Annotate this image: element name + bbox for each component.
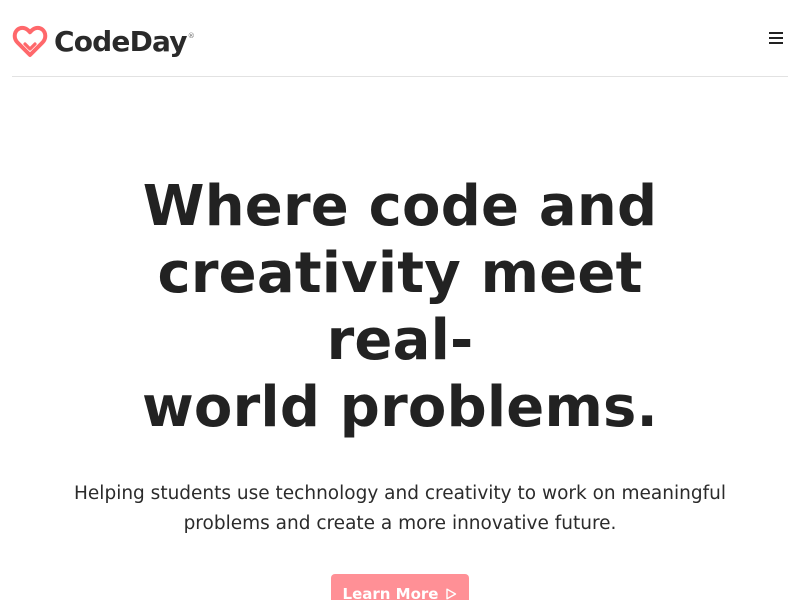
headline-line-1: Where code and: [142, 174, 658, 239]
hero-headline: Where code and creativity meet real- wor…: [80, 173, 720, 441]
headline-line-2: creativity meet real-: [157, 241, 643, 373]
heart-logo-icon: [12, 25, 48, 57]
subtext-line-2: problems and create a more innovative fu…: [183, 513, 617, 534]
menu-bar-top: [769, 32, 783, 34]
menu-bar-middle: [769, 37, 783, 39]
site-header: CodeDay ®: [12, 0, 788, 77]
hamburger-menu-icon[interactable]: [768, 30, 784, 46]
headline-line-3: world problems.: [142, 375, 658, 440]
hero-section: Where code and creativity meet real- wor…: [0, 77, 800, 600]
hero-subtext: Helping students use technology and crea…: [60, 479, 740, 539]
subtext-line-1: Helping students use technology and crea…: [74, 483, 726, 504]
registered-trademark-mark: ®: [187, 32, 195, 40]
learn-more-label: Learn More: [342, 585, 439, 600]
learn-more-button[interactable]: Learn More: [331, 574, 469, 600]
codeday-logo-link[interactable]: CodeDay ®: [12, 24, 195, 60]
play-triangle-icon: [446, 588, 457, 600]
menu-bar-bottom: [769, 42, 783, 44]
logo-wordmark: CodeDay: [54, 25, 188, 58]
